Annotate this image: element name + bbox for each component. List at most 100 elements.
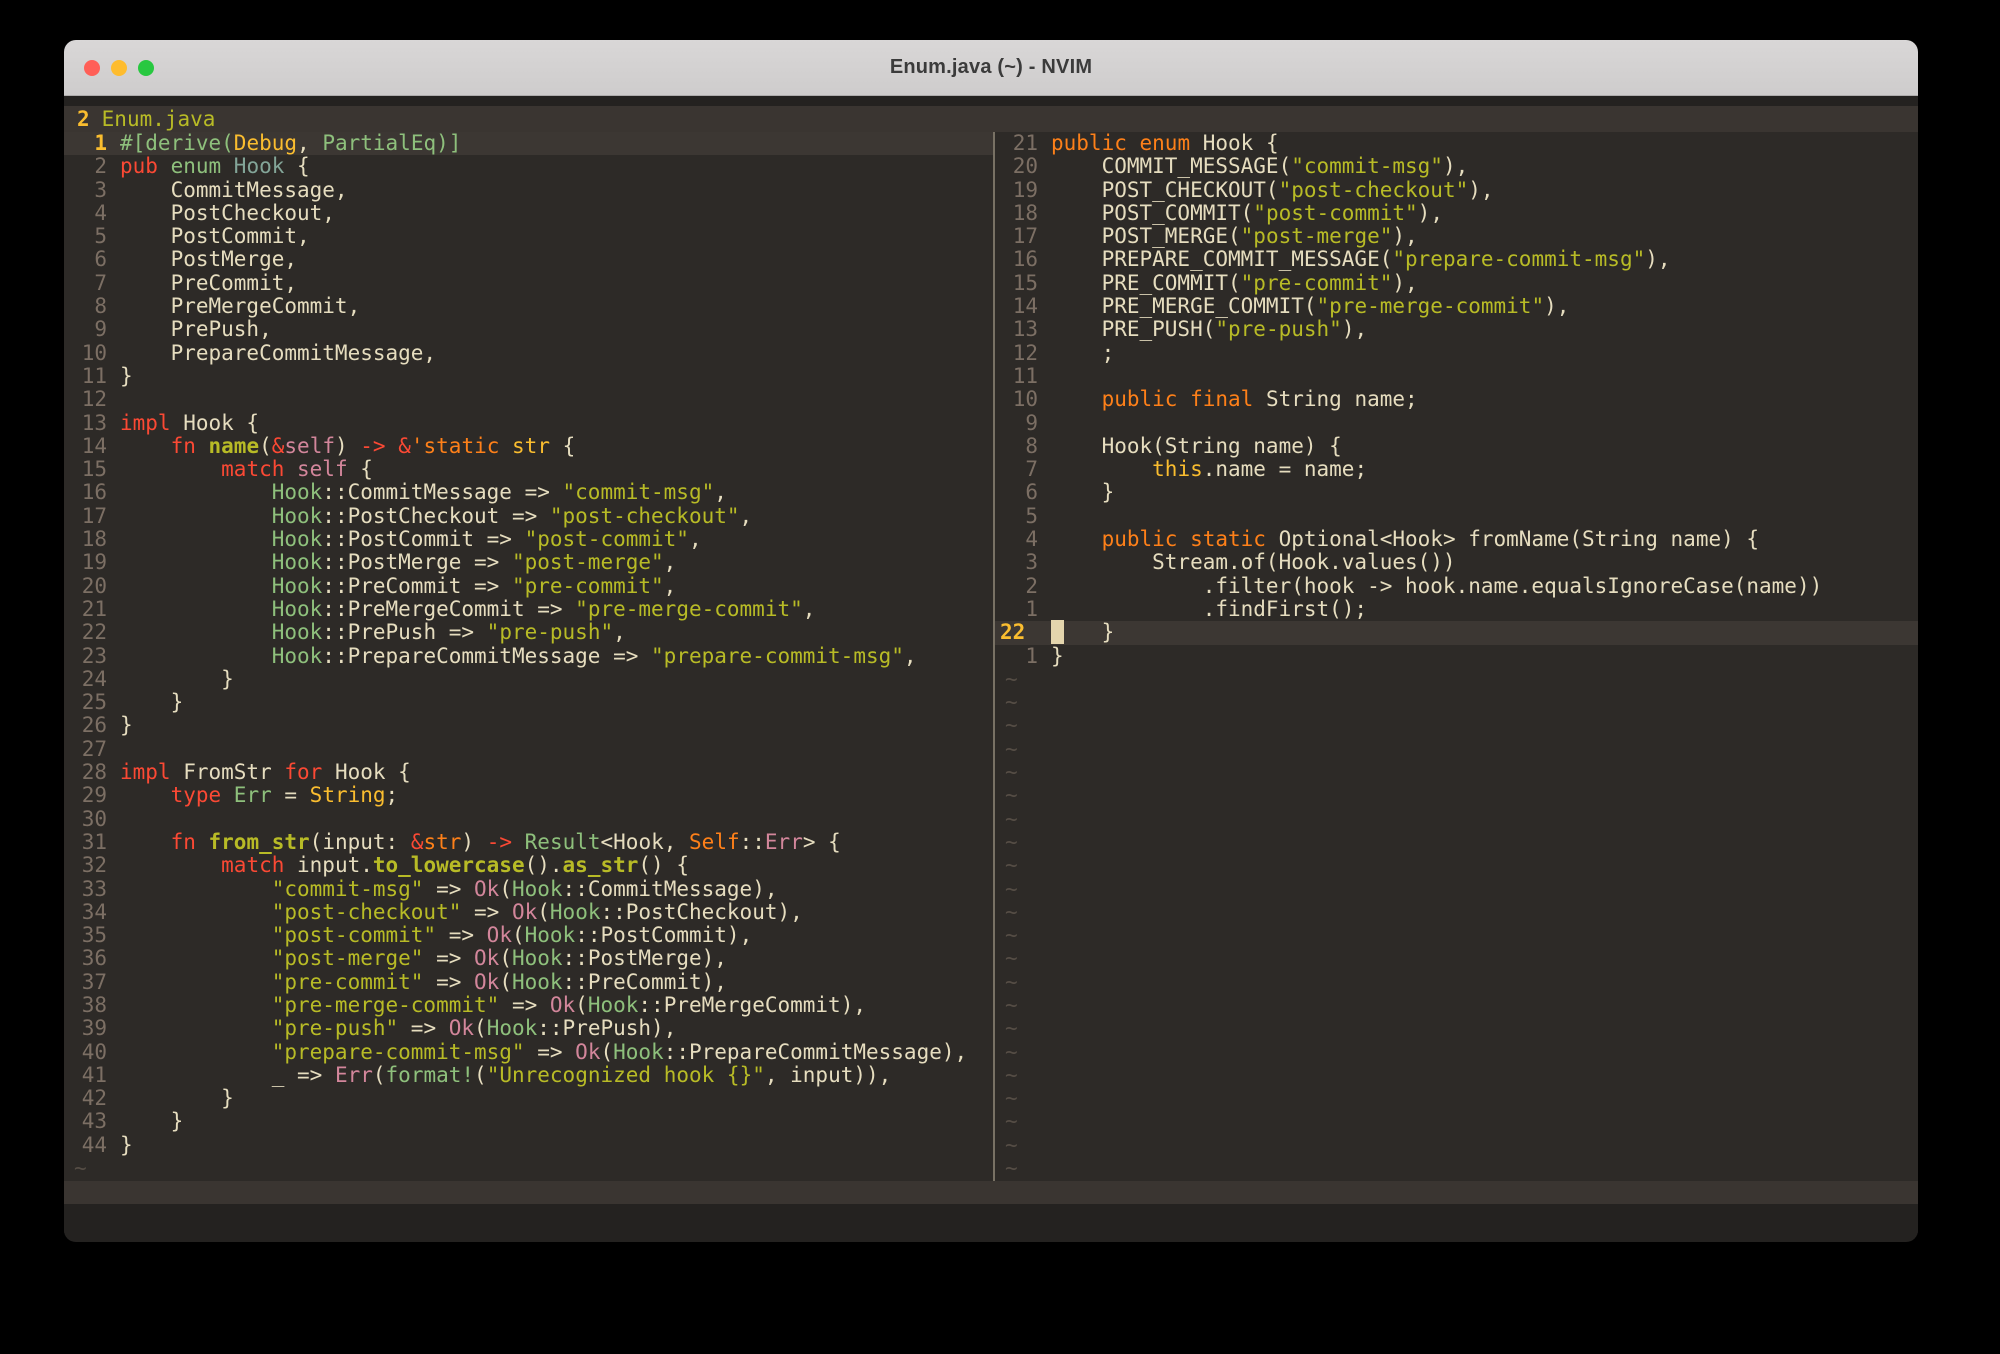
code-line[interactable]: 25 } [64, 691, 993, 714]
line-number: 1 [995, 645, 1051, 668]
line-number: 19 [64, 551, 120, 574]
code-token: ::CommitMessage => [322, 480, 562, 504]
code-token [120, 900, 272, 924]
code-line[interactable]: 38 "pre-merge-commit" => Ok(Hook::PreMer… [64, 994, 993, 1017]
code-token: PrepareCommitMessage, [120, 341, 436, 365]
code-line[interactable]: 18 Hook::PostCommit => "post-commit", [64, 528, 993, 551]
code-line[interactable]: 24 } [64, 668, 993, 691]
status-line [64, 1181, 1918, 1204]
code-line[interactable]: 12 ; [995, 342, 1918, 365]
code-line[interactable]: 22 Hook::PrePush => "pre-push", [64, 621, 993, 644]
minimize-button[interactable] [111, 60, 127, 76]
code-line[interactable]: 3 CommitMessage, [64, 179, 993, 202]
code-text: "prepare-commit-msg" => Ok(Hook::Prepare… [120, 1041, 967, 1064]
line-number: 18 [995, 202, 1051, 225]
code-line[interactable]: 14 PRE_MERGE_COMMIT("pre-merge-commit"), [995, 295, 1918, 318]
code-line[interactable]: 42 } [64, 1087, 993, 1110]
code-text: } [120, 691, 183, 714]
code-token: Hook [272, 597, 323, 621]
left-editor-pane[interactable]: 1#[derive(Debug, PartialEq)]2pub enum Ho… [64, 132, 993, 1181]
tilde-marker: ~ [995, 761, 1018, 784]
code-line[interactable]: 20 COMMIT_MESSAGE("commit-msg"), [995, 155, 1918, 178]
code-line[interactable]: 31 fn from_str(input: &str) -> Result<Ho… [64, 831, 993, 854]
code-line[interactable]: 9 PrePush, [64, 318, 993, 341]
code-line[interactable]: 23 Hook::PrepareCommitMessage => "prepar… [64, 645, 993, 668]
code-line[interactable]: 8 Hook(String name) { [995, 435, 1918, 458]
code-line[interactable]: 6 } [995, 481, 1918, 504]
titlebar[interactable]: Enum.java (~) - NVIM [64, 40, 1918, 96]
code-line[interactable]: 19 Hook::PostMerge => "post-merge", [64, 551, 993, 574]
code-line[interactable]: 7 this.name = name; [995, 458, 1918, 481]
code-token: ), [1443, 154, 1468, 178]
code-line[interactable]: 10 public final String name; [995, 388, 1918, 411]
code-line[interactable]: 17 POST_MERGE("post-merge"), [995, 225, 1918, 248]
code-line[interactable]: 2pub enum Hook { [64, 155, 993, 178]
empty-line-tilde: ~ [995, 1157, 1918, 1180]
code-line[interactable]: 21public enum Hook { [995, 132, 1918, 155]
code-token: > { [803, 830, 841, 854]
code-token [120, 597, 272, 621]
line-number: 19 [995, 179, 1051, 202]
code-line[interactable]: 21 Hook::PreMergeCommit => "pre-merge-co… [64, 598, 993, 621]
code-token: => [423, 877, 474, 901]
code-line[interactable]: 26} [64, 714, 993, 737]
code-line[interactable]: 43 } [64, 1110, 993, 1133]
code-line[interactable]: 7 PreCommit, [64, 272, 993, 295]
code-line[interactable]: 44} [64, 1134, 993, 1157]
code-line[interactable]: 1#[derive(Debug, PartialEq)] [64, 132, 993, 155]
code-line[interactable]: 27 [64, 738, 993, 761]
code-line[interactable]: 10 PrepareCommitMessage, [64, 342, 993, 365]
code-token: ), [1544, 294, 1569, 318]
code-line[interactable]: 28impl FromStr for Hook { [64, 761, 993, 784]
code-line[interactable]: 16 Hook::CommitMessage => "commit-msg", [64, 481, 993, 504]
line-number: 2 [995, 575, 1051, 598]
code-line[interactable]: 32 match input.to_lowercase().as_str() { [64, 854, 993, 877]
code-line[interactable]: 2 .filter(hook -> hook.name.equalsIgnore… [995, 575, 1918, 598]
code-line[interactable]: 39 "pre-push" => Ok(Hook::PrePush), [64, 1017, 993, 1040]
code-line[interactable]: 4 PostCheckout, [64, 202, 993, 225]
close-button[interactable] [84, 60, 100, 76]
code-token: & [411, 830, 424, 854]
code-line[interactable]: 6 PostMerge, [64, 248, 993, 271]
code-line[interactable]: 17 Hook::PostCheckout => "post-checkout"… [64, 505, 993, 528]
code-line[interactable]: 3 Stream.of(Hook.values()) [995, 551, 1918, 574]
code-line[interactable]: 30 [64, 808, 993, 831]
code-line[interactable]: 16 PREPARE_COMMIT_MESSAGE("prepare-commi… [995, 248, 1918, 271]
code-line[interactable]: 12 [64, 388, 993, 411]
code-line[interactable]: 5 PostCommit, [64, 225, 993, 248]
code-line[interactable]: 13 PRE_PUSH("pre-push"), [995, 318, 1918, 341]
code-line[interactable]: 36 "post-merge" => Ok(Hook::PostMerge), [64, 947, 993, 970]
code-line[interactable]: 11 [995, 365, 1918, 388]
tab-label[interactable]: Enum.java [102, 106, 216, 132]
tilde-marker: ~ [995, 1157, 1018, 1180]
code-line[interactable]: 35 "post-commit" => Ok(Hook::PostCommit)… [64, 924, 993, 947]
code-line[interactable]: 14 fn name(&self) -> &'static str { [64, 435, 993, 458]
code-line[interactable]: 15 PRE_COMMIT("pre-commit"), [995, 272, 1918, 295]
code-line[interactable]: 11} [64, 365, 993, 388]
code-line[interactable]: 8 PreMergeCommit, [64, 295, 993, 318]
code-line[interactable]: 13impl Hook { [64, 412, 993, 435]
code-line[interactable]: 41 _ => Err(format!("Unrecognized hook {… [64, 1064, 993, 1087]
code-line[interactable]: 33 "commit-msg" => Ok(Hook::CommitMessag… [64, 878, 993, 901]
code-line[interactable]: 1 .findFirst(); [995, 598, 1918, 621]
zoom-button[interactable] [138, 60, 154, 76]
tabline[interactable]: 2 Enum.java [64, 106, 1918, 132]
code-line[interactable]: 19 POST_CHECKOUT("post-checkout"), [995, 179, 1918, 202]
code-line[interactable]: 37 "pre-commit" => Ok(Hook::PreCommit), [64, 971, 993, 994]
code-line[interactable]: 15 match self { [64, 458, 993, 481]
code-line[interactable]: 40 "prepare-commit-msg" => Ok(Hook::Prep… [64, 1041, 993, 1064]
code-text: PrepareCommitMessage, [120, 342, 436, 365]
code-line[interactable]: 34 "post-checkout" => Ok(Hook::PostCheck… [64, 901, 993, 924]
code-line[interactable]: 5 [995, 505, 1918, 528]
code-token: "pre-push" [487, 620, 613, 644]
code-line[interactable]: 29 type Err = String; [64, 784, 993, 807]
code-line[interactable]: 20 Hook::PreCommit => "pre-commit", [64, 575, 993, 598]
code-line[interactable]: 18 POST_COMMIT("post-commit"), [995, 202, 1918, 225]
code-line[interactable]: 9 [995, 412, 1918, 435]
code-line[interactable]: 22 } [995, 621, 1918, 644]
code-token: ::PreMergeCommit => [322, 597, 575, 621]
line-number: 4 [995, 528, 1051, 551]
code-line[interactable]: 1} [995, 645, 1918, 668]
right-editor-pane[interactable]: 21public enum Hook {20 COMMIT_MESSAGE("c… [995, 132, 1918, 1181]
code-line[interactable]: 4 public static Optional<Hook> fromName(… [995, 528, 1918, 551]
